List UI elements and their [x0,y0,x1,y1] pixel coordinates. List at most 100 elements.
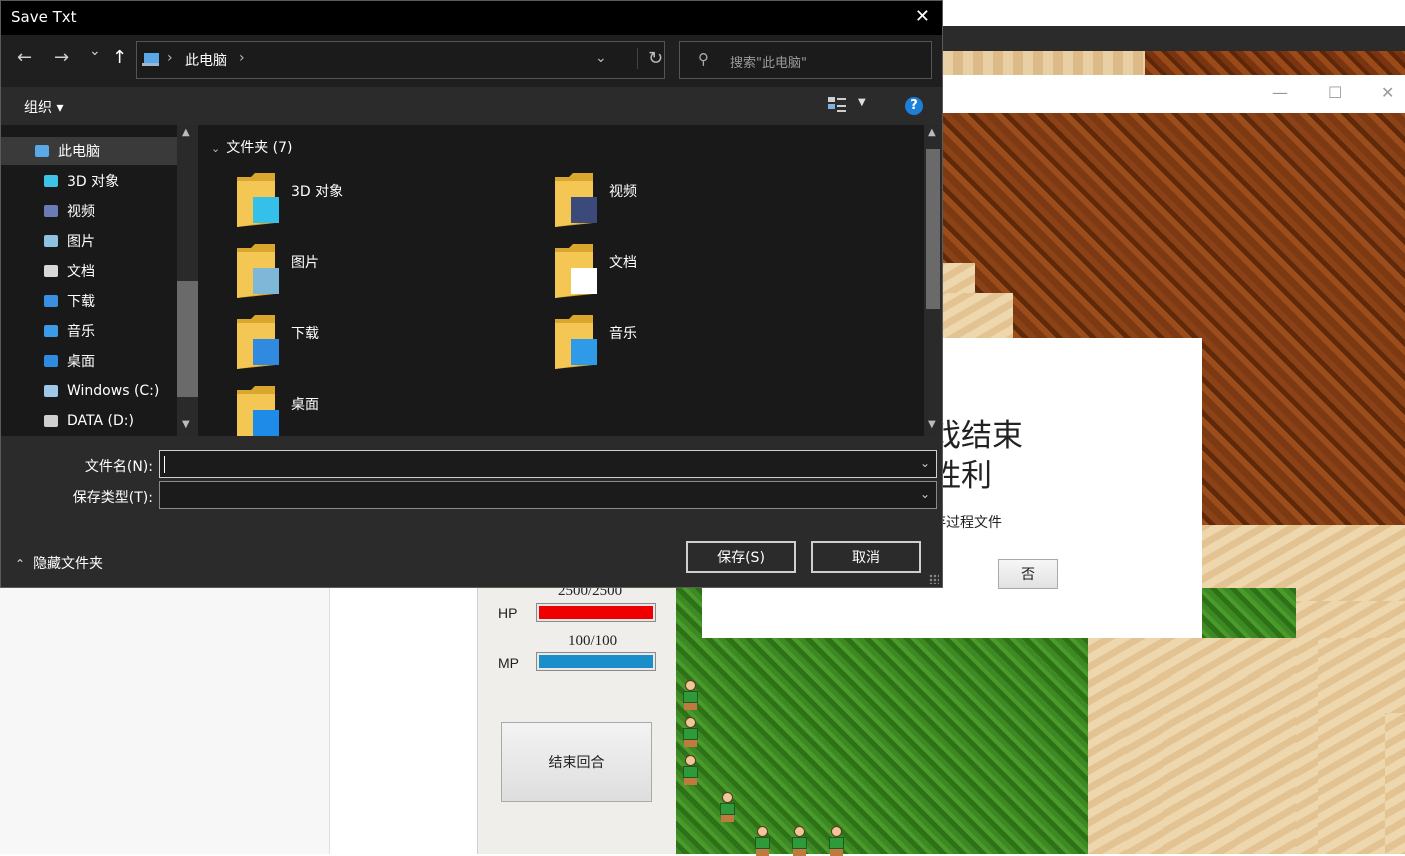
desktop-icon [42,353,60,369]
save-button[interactable]: 保存(S) [686,541,796,573]
address-bar[interactable]: › 此电脑 › ⌄ ↻ [136,41,665,79]
folder-item[interactable]: 下载 [199,313,479,375]
dialog-titlebar: Save Txt ✕ [1,1,942,35]
music-folder-icon [555,315,597,369]
folder-item[interactable]: 视频 [517,171,797,233]
sidebar-item-label: 视频 [67,204,95,220]
filetype-select[interactable]: ⌄ [159,481,937,509]
videos-folder-icon [555,173,597,227]
character-sprite[interactable] [679,680,701,710]
cancel-button[interactable]: 取消 [811,541,921,573]
folders-group-header[interactable]: ⌄ 文件夹 (7) [211,137,293,157]
background-left-panel [0,588,330,854]
up-button[interactable]: ↑ [112,47,127,68]
scroll-down-icon[interactable]: ▼ [182,419,190,430]
character-sprite[interactable] [825,826,847,856]
folder-label: 视频 [609,184,637,200]
text-caret [164,456,165,473]
sidebar-item[interactable]: 图片 [1,227,177,255]
dialog-title: Save Txt [11,8,77,26]
sidebar-item[interactable]: 桌面 [1,347,177,375]
character-sprite[interactable] [751,826,773,856]
close-icon[interactable]: ✕ [915,6,930,27]
mp-label: MP [498,655,519,671]
game-close-button[interactable]: ✕ [1381,83,1394,102]
folder-label: 下载 [291,326,319,342]
sidebar-item[interactable]: 音乐 [1,317,177,345]
character-sprite[interactable] [679,755,701,785]
breadcrumb-separator[interactable]: › [239,50,245,66]
mp-bar [536,652,656,671]
scroll-up-icon[interactable]: ▲ [182,127,190,138]
videos-icon [42,203,60,219]
mp-bar-fill [539,655,653,668]
scrollbar-thumb[interactable] [177,281,198,397]
character-sprite[interactable] [716,792,738,822]
sidebar-item[interactable]: 文档 [1,257,177,285]
navigation-scrollbar[interactable]: ▲ ▼ [177,125,198,436]
scroll-down-icon[interactable]: ▼ [928,419,936,430]
pc-icon [33,143,51,159]
background-middle-panel [330,588,477,854]
music-icon [42,323,60,339]
scroll-up-icon[interactable]: ▲ [928,127,936,138]
downloads-icon [42,293,60,309]
hide-folders-toggle[interactable]: ⌃ 隐藏文件夹 [15,553,103,573]
map-strip-dirt [1145,51,1405,75]
help-icon[interactable]: ? [905,97,923,115]
drive-c-icon [42,383,60,399]
end-turn-button[interactable]: 结束回合 [501,722,652,802]
sidebar-item-label: 桌面 [67,354,95,370]
background-window-toolbar [943,26,1405,51]
refresh-icon[interactable]: ↻ [637,48,663,69]
folder-item[interactable]: 3D 对象 [199,171,479,233]
chevron-up-icon: ⌃ [15,557,26,571]
folder-item[interactable]: 文档 [517,242,797,304]
drive-d-icon [42,413,60,429]
organize-menu[interactable]: 组织 ▾ [24,97,63,117]
sidebar-item-label: 3D 对象 [67,174,120,190]
folder-view: ⌄ 文件夹 (7) 3D 对象 视频图片 文档下载 音乐 桌面 [199,125,924,436]
pictures-icon [42,233,60,249]
forward-button[interactable]: → [54,47,69,68]
character-sprite[interactable] [679,717,701,747]
address-dropdown-icon[interactable]: ⌄ [595,50,607,66]
view-dropdown-icon[interactable]: ▼ [858,97,866,108]
back-button[interactable]: ← [17,47,32,68]
documents-icon [42,263,60,279]
sidebar-item-label: 此电脑 [58,144,100,160]
view-options-icon[interactable] [827,96,847,114]
sidebar-item[interactable]: Windows (C:) [1,377,177,405]
navigation-bar: ← → ⌄ ↑ › 此电脑 › ⌄ ↻ ⚲ 搜索"此电脑" [1,35,942,87]
sidebar-item-label: 文档 [67,264,95,280]
navigation-pane: 此电脑 3D 对象视频图片文档下载 音乐桌面 Windows (C:) DATA (D:… [1,125,199,436]
character-sprite[interactable] [788,826,810,856]
folder-label: 图片 [291,255,319,271]
search-input[interactable]: ⚲ 搜索"此电脑" [679,41,932,79]
maximize-button[interactable]: ☐ [1328,83,1342,102]
hp-bar [536,603,656,622]
filename-field[interactable]: ⌄ [159,450,937,478]
recent-locations-button[interactable]: ⌄ [89,43,101,59]
folder-item[interactable]: 桌面 [199,384,479,436]
sidebar-item[interactable]: 3D 对象 [1,167,177,195]
sidebar-item-label: 图片 [67,234,95,250]
sidebar-item[interactable]: 此电脑 [1,137,177,165]
sidebar-item[interactable]: 下载 [1,287,177,315]
resize-grip[interactable] [929,574,939,584]
sidebar-item[interactable]: 视频 [1,197,177,225]
browser-body: 此电脑 3D 对象 视频 图片 文档 下载 音乐 桌面 Windows (C:) DATA (D:… [1,125,942,436]
folder-item[interactable]: 音乐 [517,313,797,375]
scrollbar-thumb[interactable] [926,149,940,309]
status-panel [477,588,676,854]
no-button[interactable]: 否 [998,559,1058,589]
filetype-dropdown-icon[interactable]: ⌄ [920,487,930,501]
minimize-button[interactable]: — [1272,83,1288,102]
filename-dropdown-icon[interactable]: ⌄ [920,456,930,470]
content-scrollbar[interactable]: ▲ ▼ [924,125,942,436]
search-icon: ⚲ [698,50,709,68]
breadcrumb[interactable]: 此电脑 [185,50,227,70]
sidebar-item[interactable]: DATA (D:) [1,407,177,435]
folder-item[interactable]: 图片 [199,242,479,304]
folder-label: 3D 对象 [291,184,344,200]
